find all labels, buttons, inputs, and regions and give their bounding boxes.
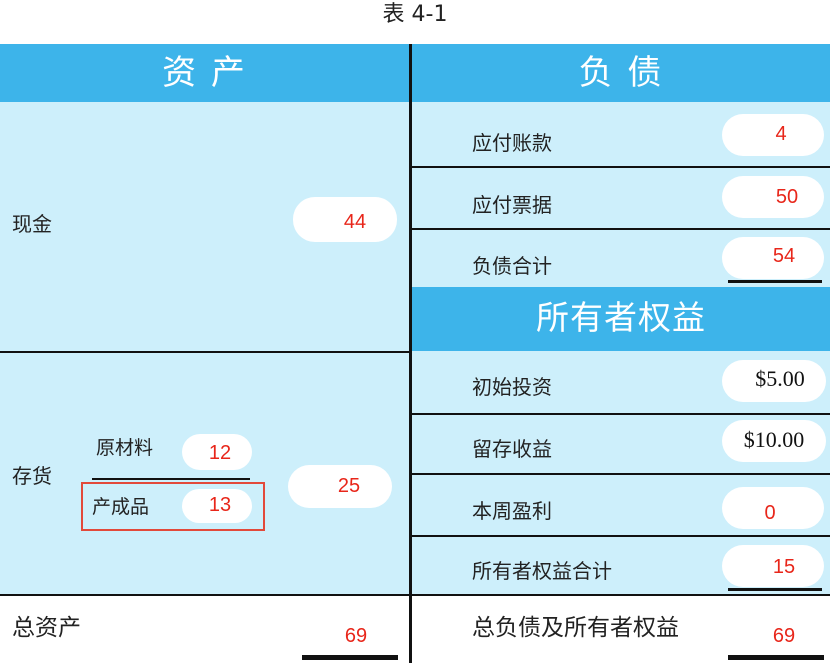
finished-goods-value: 13: [208, 494, 232, 516]
raw-material-underline: [92, 478, 250, 480]
total-assets-label: 总资产: [12, 615, 81, 641]
notes-payable-label: 应付票据: [472, 193, 552, 217]
total-equity-value: 15: [772, 556, 796, 578]
retained-earnings-label: 留存收益: [472, 437, 552, 461]
total-assets-double-underline: [302, 655, 398, 660]
initial-investment-label: 初始投资: [472, 375, 552, 399]
total-assets-value: 69: [344, 625, 368, 647]
total-liabilities-equity-label: 总负债及所有者权益: [472, 615, 679, 641]
weekly-profit-value: 0: [764, 502, 776, 524]
table-caption: 表 4-1: [382, 2, 448, 27]
notes-payable-value: 50: [775, 186, 799, 208]
raw-material-value: 12: [208, 442, 232, 464]
total-equity-label: 所有者权益合计: [472, 559, 612, 583]
inventory-label: 存货: [12, 464, 52, 488]
weekly-profit-label: 本周盈利: [472, 499, 552, 523]
total-liabilities-equity-double-underline: [728, 655, 824, 660]
total-liabilities-label: 负债合计: [472, 254, 552, 278]
total-liabilities-value: 54: [772, 245, 796, 267]
initial-investment-value: $5.00: [755, 366, 805, 391]
cash-label: 现金: [12, 212, 52, 236]
total-liabilities-equity-value: 69: [772, 625, 796, 647]
finished-goods-label: 产成品: [92, 496, 150, 518]
retained-earnings-value: $10.00: [743, 427, 805, 452]
liabilities-header: 负 债: [412, 44, 830, 102]
equity-header: 所有者权益: [412, 287, 830, 351]
assets-header: 资 产: [0, 44, 409, 102]
cash-value: 44: [343, 211, 367, 233]
accounts-payable-value: 4: [775, 123, 787, 145]
accounts-payable-label: 应付账款: [472, 131, 552, 155]
total-equity-underline: [728, 588, 822, 591]
total-liabilities-underline: [728, 280, 822, 283]
inventory-value: 25: [337, 475, 361, 497]
raw-material-label: 原材料: [96, 437, 154, 459]
